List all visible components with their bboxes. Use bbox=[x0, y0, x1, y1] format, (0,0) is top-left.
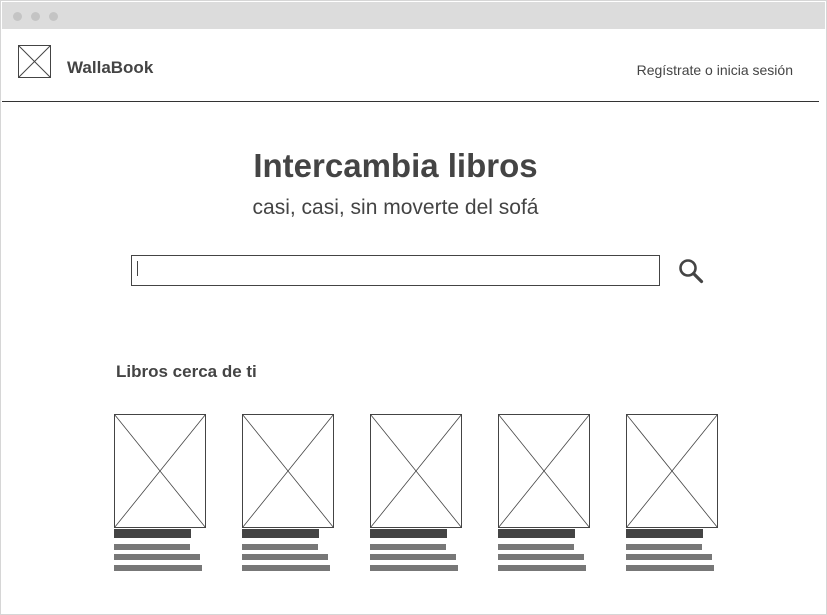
window-minimize-dot[interactable] bbox=[31, 12, 40, 21]
register-login-link[interactable]: Regístrate o inicia sesión bbox=[637, 62, 793, 78]
brand-name[interactable]: WallaBook bbox=[67, 58, 153, 78]
book-cover-placeholder-icon[interactable] bbox=[498, 414, 590, 528]
book-text-placeholder bbox=[626, 554, 712, 560]
book-text-placeholder bbox=[114, 554, 200, 560]
book-text-placeholder bbox=[370, 544, 446, 550]
book-text-placeholder bbox=[370, 565, 458, 571]
book-title-placeholder bbox=[626, 529, 703, 538]
book-cover-placeholder-icon[interactable] bbox=[242, 414, 334, 528]
book-cover-placeholder-icon[interactable] bbox=[626, 414, 718, 528]
search-input[interactable] bbox=[131, 255, 660, 286]
book-text-placeholder bbox=[242, 565, 330, 571]
book-title-placeholder bbox=[370, 529, 447, 538]
nearby-books-title: Libros cerca de ti bbox=[116, 362, 257, 381]
book-text-placeholder bbox=[370, 554, 456, 560]
book-text-placeholder bbox=[242, 554, 328, 560]
book-title-placeholder bbox=[498, 529, 575, 538]
hero-title: Intercambia libros bbox=[253, 147, 538, 184]
book-text-placeholder bbox=[114, 565, 202, 571]
search-icon[interactable] bbox=[676, 256, 706, 286]
book-text-placeholder bbox=[626, 544, 702, 550]
site-header: WallaBook Regístrate o inicia sesión bbox=[2, 29, 819, 102]
book-text-placeholder bbox=[498, 544, 574, 550]
hero-subtitle: casi, casi, sin moverte del sofá bbox=[252, 196, 539, 219]
book-cover-placeholder-icon[interactable] bbox=[114, 414, 206, 528]
browser-window: WallaBook Regístrate o inicia sesión Int… bbox=[0, 0, 827, 615]
book-text-placeholder bbox=[498, 565, 586, 571]
book-title-placeholder bbox=[114, 529, 191, 538]
logo-placeholder-icon[interactable] bbox=[18, 45, 51, 78]
book-title-placeholder bbox=[242, 529, 319, 538]
window-close-dot[interactable] bbox=[13, 12, 22, 21]
book-cover-placeholder-icon[interactable] bbox=[370, 414, 462, 528]
book-text-placeholder bbox=[114, 544, 190, 550]
book-text-placeholder bbox=[626, 565, 714, 571]
text-caret bbox=[137, 261, 138, 276]
book-text-placeholder bbox=[498, 554, 584, 560]
window-maximize-dot[interactable] bbox=[49, 12, 58, 21]
window-titlebar bbox=[2, 2, 825, 29]
book-text-placeholder bbox=[242, 544, 318, 550]
